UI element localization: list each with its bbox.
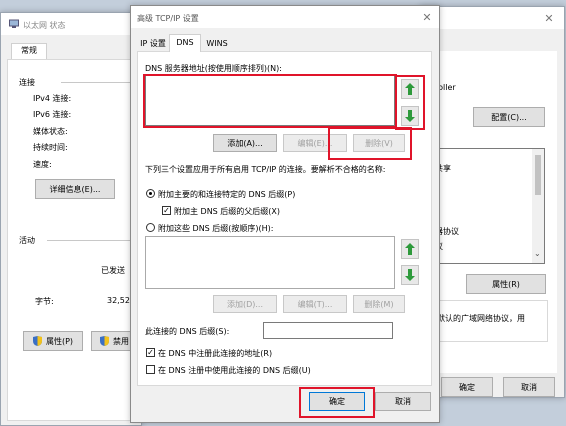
radio-these-suffixes[interactable] (146, 223, 155, 232)
status-window: 以太网 状态 常规 连接 IPv4 连接: IPv6 连接: 媒体状态: 持续时… (0, 12, 143, 426)
arrow-down-icon (405, 110, 415, 122)
arrow-up-icon (405, 243, 415, 255)
edit-suffix-button[interactable]: 编辑(T)... (283, 295, 347, 313)
tab-dns[interactable]: DNS (169, 34, 201, 52)
section-activity-label: 活动 (19, 236, 35, 245)
check-use-suffix-label: 在 DNS 注册中使用此连接的 DNS 后缀(U) (158, 366, 311, 375)
connection-suffix-label: 此连接的 DNS 后缀(S): (145, 327, 230, 336)
activity-divider (47, 240, 141, 241)
check-register-address-label: 在 DNS 中注册此连接的地址(R) (158, 349, 273, 358)
tab-wins[interactable]: WINS (202, 37, 232, 51)
edit-dns-label: 编辑(E)... (297, 138, 333, 148)
move-down-button[interactable] (401, 106, 419, 126)
description-fragment: 是默认的广域网络协议，用 (429, 314, 525, 323)
arrow-up-icon (405, 83, 415, 95)
suffix-move-down-button[interactable] (401, 265, 419, 285)
dialog-title: 高级 TCP/IP 设置 (137, 14, 199, 23)
close-icon[interactable]: ✕ (419, 10, 435, 26)
component-properties-button[interactable]: 属性(R) (466, 274, 546, 294)
dialog-ok-button[interactable]: 确定 (309, 392, 365, 411)
remove-dns-button[interactable]: 删除(V) (353, 134, 405, 152)
remove-dns-label: 删除(V) (365, 138, 393, 148)
description-box: 是默认的广域网络协议，用 (421, 300, 548, 342)
connection-suffix-input[interactable] (263, 322, 393, 339)
edit-dns-button[interactable]: 编辑(E)... (283, 134, 347, 152)
media-state-label: 媒体状态: (33, 127, 68, 136)
properties-window: ✕ roller 配置(C)... 共享 ) 器协议 议 ⌄ 属性(R) 是默认… (420, 6, 565, 398)
tab-wins-label: WINS (206, 39, 228, 48)
advanced-tcpip-dialog: 高级 TCP/IP 设置 ✕ IP 设置 DNS WINS DNS 服务器地址(… (130, 5, 440, 423)
add-suffix-button[interactable]: 添加(D)... (213, 295, 277, 313)
disable-button-label: 禁用 (113, 336, 129, 346)
dns-servers-label: DNS 服务器地址(按使用顺序排列)(N): (145, 64, 282, 73)
dialog-cancel-label: 取消 (395, 397, 411, 406)
connection-divider (61, 82, 141, 83)
list-scrollbar[interactable]: ⌄ (532, 149, 544, 263)
shield-icon (100, 336, 109, 346)
tab-general[interactable]: 常规 (11, 43, 47, 59)
radio-dot (149, 192, 152, 195)
configure-button-label: 配置(C)... (491, 112, 527, 122)
edit-suffix-label: 编辑(T)... (297, 299, 333, 309)
properties-cancel-button[interactable]: 取消 (503, 377, 555, 397)
arrow-down-icon (405, 269, 415, 281)
sent-label: 已发送 (101, 266, 125, 275)
tab-ip-settings-label: IP 设置 (140, 39, 166, 48)
ipv4-label: IPv4 连接: (33, 94, 72, 103)
network-icon (9, 19, 19, 31)
dns-servers-list[interactable] (145, 75, 395, 126)
bytes-label: 字节: (35, 297, 54, 306)
dialog-cancel-button[interactable]: 取消 (375, 392, 431, 411)
suffix-move-up-button[interactable] (401, 239, 419, 259)
scroll-thumb[interactable] (535, 155, 541, 195)
add-dns-label: 添加(A)... (227, 138, 263, 148)
properties-cancel-label: 取消 (521, 382, 537, 392)
speed-label: 速度: (33, 160, 52, 169)
tab-ip-settings[interactable]: IP 设置 (137, 37, 169, 51)
dialog-titlebar: 高级 TCP/IP 设置 (131, 6, 439, 28)
radio-primary-suffix[interactable] (146, 189, 155, 198)
add-dns-button[interactable]: 添加(A)... (213, 134, 277, 152)
move-up-button[interactable] (401, 79, 419, 99)
details-button[interactable]: 详细信息(E)... (35, 179, 115, 199)
radio-primary-suffix-label: 附加主要的和连接特定的 DNS 后缀(P) (158, 190, 296, 199)
configure-button[interactable]: 配置(C)... (473, 107, 545, 127)
check-parent-suffix-label: 附加主 DNS 后缀的父后缀(X) (174, 207, 281, 216)
section-connection-label: 连接 (19, 78, 35, 87)
status-properties-label: 属性(P) (45, 336, 74, 346)
duration-label: 持续时间: (33, 143, 68, 152)
tab-dns-label: DNS (176, 38, 194, 47)
status-titlebar: 以太网 状态 (1, 13, 141, 35)
component-properties-label: 属性(R) (492, 279, 520, 289)
check-register-address[interactable]: ✓ (146, 348, 155, 357)
shield-icon (32, 336, 42, 346)
radio-these-suffixes-label: 附加这些 DNS 后缀(按顺序)(H): (158, 224, 274, 233)
properties-ok-label: 确定 (459, 382, 475, 392)
remove-suffix-button[interactable]: 删除(M) (353, 295, 405, 313)
ipv6-label: IPv6 连接: (33, 110, 72, 119)
check-parent-suffix[interactable]: ✓ (162, 206, 171, 215)
tab-general-label: 常规 (21, 46, 37, 55)
status-window-title: 以太网 状态 (23, 21, 66, 30)
close-icon[interactable]: ✕ (541, 11, 557, 27)
chevron-down-icon[interactable]: ⌄ (534, 249, 541, 258)
resolution-note: 下列三个设置应用于所有启用 TCP/IP 的连接。要解析不合格的名称: (145, 165, 386, 174)
details-button-label: 详细信息(E)... (49, 184, 101, 194)
dns-suffix-list[interactable] (145, 236, 395, 289)
status-properties-button[interactable]: 属性(P) (23, 331, 83, 351)
check-use-suffix[interactable] (146, 365, 155, 374)
remove-suffix-label: 删除(M) (364, 299, 394, 309)
add-suffix-label: 添加(D)... (226, 299, 264, 309)
properties-ok-button[interactable]: 确定 (441, 377, 493, 397)
dialog-ok-label: 确定 (329, 397, 345, 406)
